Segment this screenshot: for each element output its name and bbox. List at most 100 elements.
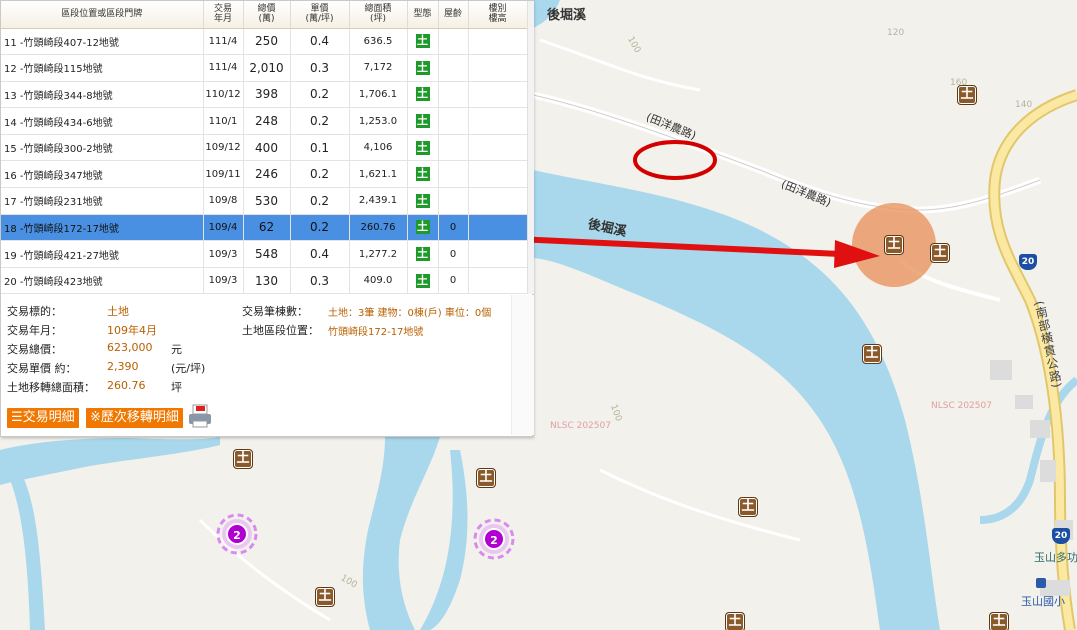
cell-floor <box>468 54 527 82</box>
table-row[interactable]: 16 -竹頭崎段347地號 109/11 246 0.2 1,621.1 土 <box>1 160 527 189</box>
header-type[interactable]: 型態 <box>407 1 439 29</box>
cell-address: 18 -竹頭崎段172-17地號 <box>1 214 204 242</box>
cell-floor <box>468 267 527 294</box>
transaction-cluster[interactable]: 2 <box>215 512 259 556</box>
cell-floor <box>468 160 527 189</box>
cell-floor <box>468 240 527 268</box>
land-type-icon: 土 <box>415 114 430 129</box>
cell-address: 12 -竹頭崎段115地號 <box>1 54 204 82</box>
detail-unit-price-unit: (元/坪) <box>171 362 206 375</box>
transfer-history-button[interactable]: ※歷次移轉明細 <box>86 408 183 428</box>
detail-location-value: 竹頭崎段172-17地號 <box>328 327 424 338</box>
table-row[interactable]: 14 -竹頭崎段434-6地號 110/1 248 0.2 1,253.0 土 <box>1 107 527 135</box>
cell-total: 398 <box>243 81 291 109</box>
cell-type: 土 <box>407 160 439 189</box>
cell-total: 62 <box>243 214 291 242</box>
cell-date: 109/3 <box>203 267 244 294</box>
cell-type: 土 <box>407 240 439 268</box>
cell-age <box>438 134 469 162</box>
cell-date: 109/8 <box>203 187 244 215</box>
detail-area-label: 土地移轉總面積： <box>7 381 95 394</box>
table-row[interactable]: 18 -竹頭崎段172-17地號 109/4 62 0.2 260.76 土 0 <box>1 214 527 242</box>
land-type-icon: 土 <box>415 193 430 208</box>
table-row[interactable]: 20 -竹頭崎段423地號 109/3 130 0.3 409.0 土 0 <box>1 267 527 294</box>
poi-label: 玉山國小 <box>1021 595 1065 608</box>
cell-unit-price: 0.4 <box>290 28 350 56</box>
detail-unit-price-label: 交易單價 約： <box>7 362 77 375</box>
transaction-cluster[interactable]: 2 <box>472 517 516 561</box>
contour-label: 140 <box>1015 100 1033 110</box>
detail-area-value: 260.76 <box>107 379 146 392</box>
land-transaction-marker[interactable]: 土 <box>233 449 253 469</box>
header-floor[interactable]: 樓別 樓高 <box>468 1 527 29</box>
detail-unit-price-value: 2,390 <box>107 360 139 373</box>
cell-type: 土 <box>407 28 439 56</box>
cell-unit-price: 0.2 <box>290 107 350 135</box>
header-age[interactable]: 屋齡 <box>438 1 469 29</box>
transaction-panel: 區段位置或區段門牌 交易 年月 總價 (萬) 單價 (萬/坪) 總面積 (坪) 型態 屋齡樓… <box>0 0 534 437</box>
table-row[interactable]: 19 -竹頭崎段421-27地號 109/3 548 0.4 1,277.2 土 0 <box>1 240 527 268</box>
school-icon <box>1036 578 1046 588</box>
cell-age <box>438 81 469 109</box>
header-area[interactable]: 總面積 (坪) <box>349 1 408 29</box>
cell-type: 土 <box>407 187 439 215</box>
land-transaction-marker[interactable]: 土 <box>738 497 758 517</box>
cell-floor <box>468 81 527 109</box>
land-type-icon: 土 <box>415 167 430 182</box>
land-transaction-marker[interactable]: 土 <box>315 587 335 607</box>
cell-total: 130 <box>243 267 291 294</box>
route-20-shield: 20 <box>1019 254 1037 270</box>
cell-area: 1,706.1 <box>349 81 408 109</box>
cell-date: 111/4 <box>203 54 244 82</box>
table-row[interactable]: 13 -竹頭崎段344-8地號 110/12 398 0.2 1,706.1 土 <box>1 81 527 109</box>
detail-scroll-area <box>511 295 534 435</box>
land-transaction-marker[interactable]: 土 <box>989 612 1009 630</box>
cell-address: 11 -竹頭崎段407-12地號 <box>1 28 204 56</box>
cell-age: 0 <box>438 240 469 268</box>
detail-target-value: 土地 <box>107 305 129 318</box>
cell-area: 409.0 <box>349 267 408 294</box>
land-transaction-marker[interactable]: 土 <box>476 468 496 488</box>
transaction-details-button[interactable]: ☰交易明細 <box>7 408 79 428</box>
table-row[interactable]: 17 -竹頭崎段231地號 109/8 530 0.2 2,439.1 土 <box>1 187 527 215</box>
table-row[interactable]: 12 -竹頭崎段115地號 111/4 2,010 0.3 7,172 土 <box>1 54 527 82</box>
cell-unit-price: 0.3 <box>290 54 350 82</box>
nlsc-watermark: NLSC 202507 <box>550 421 611 431</box>
cell-type: 土 <box>407 81 439 109</box>
header-date[interactable]: 交易 年月 <box>203 1 244 29</box>
land-transaction-marker[interactable]: 土 <box>725 612 745 630</box>
land-transaction-marker-selected[interactable]: 土 <box>884 235 904 255</box>
cell-area: 1,253.0 <box>349 107 408 135</box>
cell-unit-price: 0.3 <box>290 267 350 294</box>
table-header-row: 區段位置或區段門牌 交易 年月 總價 (萬) 單價 (萬/坪) 總面積 (坪) 型態 屋齡樓… <box>1 1 527 29</box>
cell-date: 110/12 <box>203 81 244 109</box>
cell-floor <box>468 187 527 215</box>
cell-address: 17 -竹頭崎段231地號 <box>1 187 204 215</box>
cell-floor <box>468 134 527 162</box>
cell-age <box>438 187 469 215</box>
cell-type: 土 <box>407 267 439 294</box>
detail-count-value: 土地：3筆 建物：0棟(戶) 車位：0個 <box>328 308 492 319</box>
cell-total: 246 <box>243 160 291 189</box>
land-transaction-marker[interactable]: 土 <box>957 85 977 105</box>
cell-type: 土 <box>407 134 439 162</box>
cell-floor <box>468 107 527 135</box>
cell-unit-price: 0.2 <box>290 81 350 109</box>
table-scrollbar[interactable] <box>527 1 534 294</box>
land-type-icon: 土 <box>415 247 430 262</box>
land-transaction-marker[interactable]: 土 <box>930 243 950 263</box>
cell-address: 13 -竹頭崎段344-8地號 <box>1 81 204 109</box>
cell-age <box>438 28 469 56</box>
table-row[interactable]: 11 -竹頭崎段407-12地號 111/4 250 0.4 636.5 土 <box>1 28 527 56</box>
pdf-print-icon[interactable] <box>187 403 213 429</box>
header-address[interactable]: 區段位置或區段門牌 <box>1 1 204 29</box>
cell-floor <box>468 214 527 242</box>
land-transaction-marker[interactable]: 土 <box>862 344 882 364</box>
cell-area: 1,621.1 <box>349 160 408 189</box>
cell-unit-price: 0.1 <box>290 134 350 162</box>
header-unit-price[interactable]: 單價 (萬/坪) <box>290 1 350 29</box>
header-total[interactable]: 總價 (萬) <box>243 1 291 29</box>
table-row[interactable]: 15 -竹頭崎段300-2地號 109/12 400 0.1 4,106 土 <box>1 134 527 162</box>
cell-area: 4,106 <box>349 134 408 162</box>
land-type-icon: 土 <box>415 273 430 288</box>
